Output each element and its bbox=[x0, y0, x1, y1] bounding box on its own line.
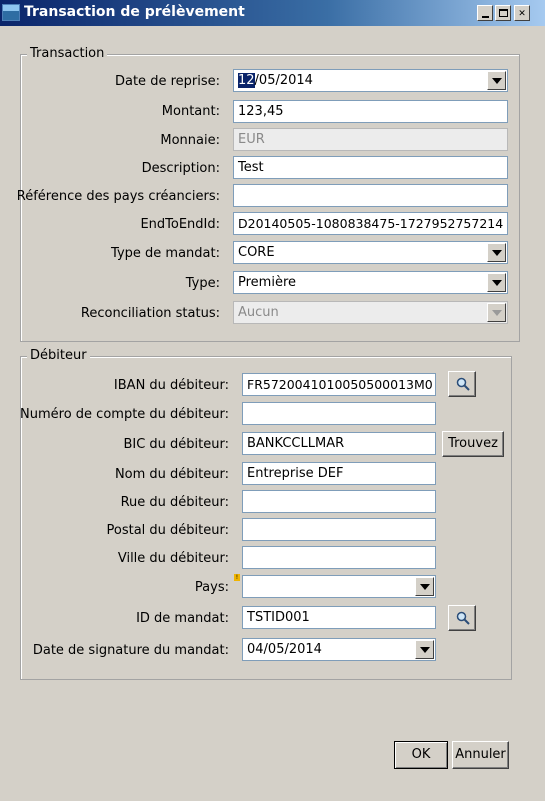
minimize-icon bbox=[481, 16, 489, 18]
close-icon: ✕ bbox=[518, 6, 526, 19]
monnaie-label: Monnaie: bbox=[160, 133, 220, 148]
ville-label: Ville du débiteur: bbox=[117, 551, 229, 566]
minimize-button[interactable] bbox=[477, 5, 493, 21]
chevron-down-icon[interactable] bbox=[415, 577, 434, 596]
magnifier-icon bbox=[456, 611, 470, 625]
chevron-down-icon[interactable] bbox=[487, 273, 506, 292]
type-mandat-combo[interactable]: CORE bbox=[233, 241, 508, 264]
date-signature-label: Date de signature du mandat: bbox=[32, 643, 229, 658]
maximize-button[interactable] bbox=[495, 5, 511, 21]
reference-pays-field[interactable] bbox=[233, 184, 508, 207]
date-reprise-selected: 12 bbox=[238, 73, 255, 88]
rue-field[interactable] bbox=[242, 490, 436, 513]
date-signature-value: 04/05/2014 bbox=[247, 642, 322, 657]
ok-button[interactable]: OK bbox=[394, 741, 448, 769]
endtoendid-label: EndToEndId: bbox=[140, 217, 220, 232]
description-field[interactable]: Test bbox=[233, 156, 508, 179]
nom-label: Nom du débiteur: bbox=[114, 467, 229, 482]
magnifier-icon bbox=[456, 377, 470, 391]
id-mandat-field[interactable]: TSTID001 bbox=[242, 606, 436, 629]
bic-field[interactable]: BANKCCLLMAR bbox=[242, 432, 436, 455]
type-label: Type: bbox=[185, 276, 220, 291]
chevron-down-icon bbox=[487, 303, 506, 322]
type-value: Première bbox=[238, 275, 296, 290]
iban-search-button[interactable] bbox=[448, 371, 476, 397]
transaction-legend: Transaction bbox=[27, 46, 108, 61]
pays-label: Pays: bbox=[194, 580, 229, 595]
endtoendid-field[interactable]: D20140505-1080838475-1727952757214 bbox=[233, 212, 508, 235]
date-reprise-rest: /05/2014 bbox=[254, 73, 313, 88]
warning-icon: ! bbox=[234, 574, 240, 581]
numero-compte-label: Numéro de compte du débiteur: bbox=[20, 407, 229, 422]
monnaie-field: EUR bbox=[233, 128, 508, 151]
id-mandat-label: ID de mandat: bbox=[136, 611, 229, 626]
reconciliation-value: Aucun bbox=[238, 305, 279, 320]
title-bar[interactable]: Transaction de prélèvement ✕ bbox=[0, 0, 545, 26]
chevron-down-icon[interactable] bbox=[415, 640, 434, 659]
montant-field[interactable]: 123,45 bbox=[233, 100, 508, 123]
dialog-window: Transaction de prélèvement ✕ Transaction… bbox=[0, 0, 545, 801]
description-label: Description: bbox=[141, 161, 220, 176]
maximize-icon bbox=[498, 9, 508, 17]
trouvez-button[interactable]: Trouvez bbox=[442, 431, 504, 457]
type-mandat-label: Type de mandat: bbox=[111, 246, 220, 261]
chevron-down-icon[interactable] bbox=[487, 243, 506, 262]
iban-label: IBAN du débiteur: bbox=[113, 378, 229, 393]
id-mandat-search-button[interactable] bbox=[448, 605, 476, 631]
date-signature-combo[interactable]: 04/05/2014 bbox=[242, 638, 436, 661]
window-title: Transaction de prélèvement bbox=[24, 4, 245, 20]
date-reprise-combo[interactable]: 12/05/2014 bbox=[233, 69, 508, 92]
date-reprise-label: Date de reprise: bbox=[114, 74, 220, 89]
close-button[interactable]: ✕ bbox=[514, 5, 530, 21]
chevron-down-icon[interactable] bbox=[487, 71, 506, 90]
pays-combo[interactable] bbox=[242, 575, 436, 598]
bic-label: BIC du débiteur: bbox=[123, 437, 229, 452]
numero-compte-field[interactable] bbox=[242, 402, 436, 425]
iban-field[interactable]: FR5720041010050500013M0 bbox=[242, 373, 436, 396]
reconciliation-label: Reconciliation status: bbox=[80, 306, 220, 321]
type-combo[interactable]: Première bbox=[233, 271, 508, 294]
postal-field[interactable] bbox=[242, 518, 436, 541]
reference-pays-label: Référence des pays créanciers: bbox=[16, 189, 220, 204]
annuler-button[interactable]: Annuler bbox=[452, 741, 509, 769]
montant-label: Montant: bbox=[161, 104, 220, 119]
rue-label: Rue du débiteur: bbox=[120, 495, 229, 510]
app-icon bbox=[2, 4, 20, 21]
ville-field[interactable] bbox=[242, 546, 436, 569]
type-mandat-value: CORE bbox=[238, 245, 275, 260]
nom-field[interactable]: Entreprise DEF bbox=[242, 462, 436, 485]
reconciliation-combo: Aucun bbox=[233, 301, 508, 324]
debiteur-legend: Débiteur bbox=[27, 348, 90, 363]
postal-label: Postal du débiteur: bbox=[106, 523, 229, 538]
